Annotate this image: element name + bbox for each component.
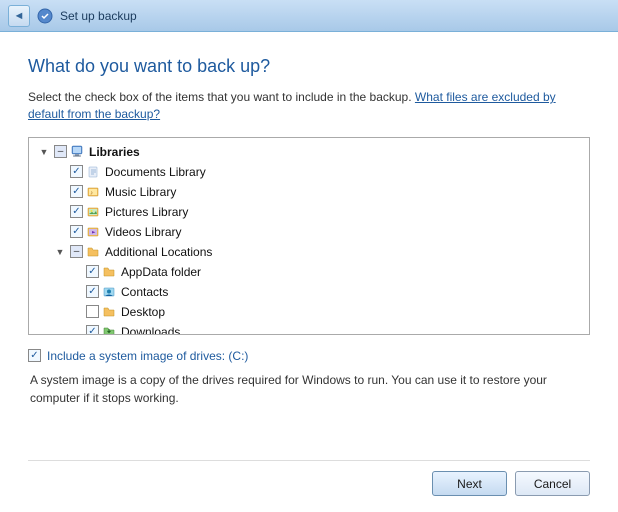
checkbox-music[interactable]: ✓ [70,185,83,198]
expand-pictures [53,205,67,219]
libraries-label: Libraries [89,145,140,159]
button-bar: Next Cancel [28,460,590,496]
expand-appdata [69,265,83,279]
music-label: Music Library [105,185,176,199]
downloads-label: Downloads [121,325,180,335]
tree-item-videos[interactable]: ✓ Videos Library [29,222,589,242]
desktop-icon [102,304,118,320]
checkbox-videos[interactable]: ✓ [70,225,83,238]
contacts-icon [102,284,118,300]
backup-icon [36,7,54,25]
documents-icon [86,164,102,180]
expand-contacts [69,285,83,299]
tree-item-documents[interactable]: ✓ Documents Library [29,162,589,182]
expand-documents [53,165,67,179]
downloads-icon [102,324,118,335]
svg-text:♪: ♪ [90,190,93,196]
computer-icon [70,144,86,160]
music-icon: ♪ [86,184,102,200]
expand-additional[interactable]: ▼ [53,245,67,259]
system-image-checkbox[interactable]: ✓ [28,349,41,362]
expand-music [53,185,67,199]
system-image-label: Include a system image of drives: (C:) [47,349,248,363]
tree-item-libraries[interactable]: ▼ – Libraries [29,142,589,162]
additional-icon [86,244,102,260]
system-image-description: A system image is a copy of the drives r… [30,371,590,407]
pictures-label: Pictures Library [105,205,188,219]
checkbox-pictures[interactable]: ✓ [70,205,83,218]
cancel-button[interactable]: Cancel [515,471,590,496]
tree-item-desktop[interactable]: Desktop [29,302,589,322]
expand-downloads [69,325,83,335]
system-image-row: ✓ Include a system image of drives: (C:) [28,349,590,363]
videos-label: Videos Library [105,225,182,239]
pictures-icon [86,204,102,220]
documents-label: Documents Library [105,165,206,179]
checkbox-appdata[interactable]: ✓ [86,265,99,278]
checkbox-libraries[interactable]: – [54,145,67,158]
expand-libraries[interactable]: ▼ [37,145,51,159]
description-text: Select the check box of the items that y… [28,89,590,123]
expand-desktop [69,305,83,319]
backup-tree[interactable]: ▼ – Libraries ✓ [28,137,590,335]
checkbox-downloads[interactable]: ✓ [86,325,99,335]
tree-item-downloads[interactable]: ✓ Downloads [29,322,589,335]
appdata-icon [102,264,118,280]
tree-item-additional[interactable]: ▼ – Additional Locations [29,242,589,262]
checkbox-additional[interactable]: – [70,245,83,258]
additional-label: Additional Locations [105,245,212,259]
appdata-label: AppData folder [121,265,201,279]
back-button[interactable]: ◄ [8,5,30,27]
tree-inner: ▼ – Libraries ✓ [29,138,589,335]
checkbox-contacts[interactable]: ✓ [86,285,99,298]
videos-icon [86,224,102,240]
contacts-label: Contacts [121,285,168,299]
main-content: What do you want to back up? Select the … [0,32,618,512]
checkbox-desktop[interactable] [86,305,99,318]
tree-item-appdata[interactable]: ✓ AppData folder [29,262,589,282]
checkbox-documents[interactable]: ✓ [70,165,83,178]
expand-videos [53,225,67,239]
page-title: What do you want to back up? [28,56,590,77]
desktop-label: Desktop [121,305,165,319]
title-bar-text: Set up backup [60,9,137,23]
title-bar: ◄ Set up backup [0,0,618,32]
tree-item-pictures[interactable]: ✓ Pictures Library [29,202,589,222]
tree-item-contacts[interactable]: ✓ Contacts [29,282,589,302]
next-button[interactable]: Next [432,471,507,496]
tree-item-music[interactable]: ✓ ♪ Music Library [29,182,589,202]
